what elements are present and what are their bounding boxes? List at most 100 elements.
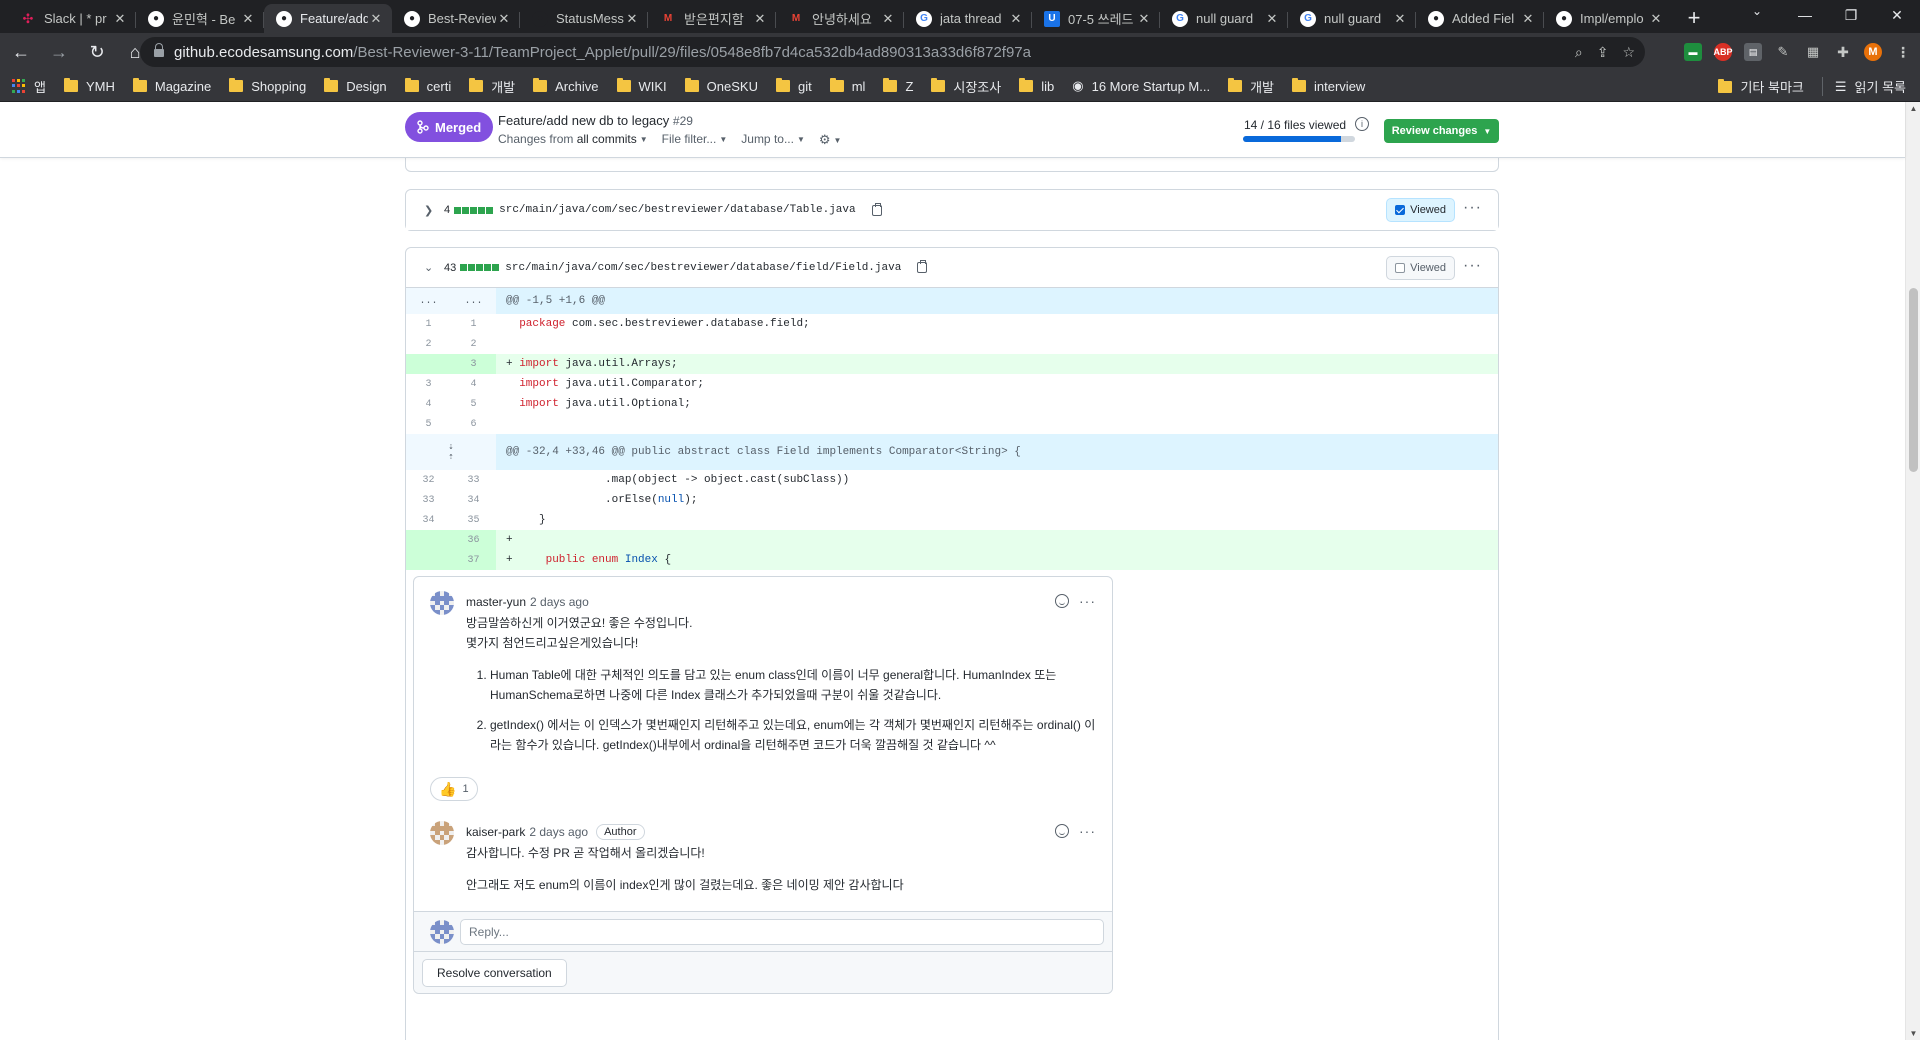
tab-close-icon[interactable]: ✕	[1008, 11, 1024, 27]
bookmark-item[interactable]: Design	[324, 78, 387, 94]
file-path[interactable]: src/main/java/com/sec/bestreviewer/datab…	[505, 262, 901, 274]
browser-tab[interactable]: ● Impl/emplo ✕	[1544, 4, 1672, 33]
bookmark-item[interactable]: 개발	[469, 77, 515, 96]
avatar[interactable]	[430, 591, 454, 615]
browser-tab[interactable]: ● 윤민혁 - Be ✕	[136, 4, 264, 33]
comment-author[interactable]: master-yun	[466, 595, 526, 609]
bookmark-item[interactable]: Archive	[533, 78, 599, 94]
adblock-icon[interactable]: ABP	[1714, 43, 1733, 61]
file-path[interactable]: src/main/java/com/sec/bestreviewer/datab…	[499, 204, 855, 216]
thumbs-up-reaction[interactable]: 👍 1	[430, 777, 478, 801]
bookmark-item[interactable]: OneSKU	[684, 78, 758, 94]
resolve-conversation-button[interactable]: Resolve conversation	[422, 959, 567, 987]
tab-close-icon[interactable]: ✕	[368, 11, 384, 27]
extension-printer-icon[interactable]: ▤	[1744, 43, 1762, 61]
jump-to-select[interactable]: Jump to... ▼	[741, 132, 805, 148]
star-icon[interactable]: ☆	[1622, 44, 1635, 61]
bookmark-item[interactable]: Z	[883, 78, 913, 94]
tab-close-icon[interactable]: ✕	[1392, 11, 1408, 27]
viewed-toggle[interactable]: Viewed	[1386, 256, 1455, 280]
expand-lines-icon[interactable]: ⇣ ⇡	[406, 434, 496, 470]
bookmark-item[interactable]: Shopping	[229, 78, 306, 94]
extension-green-icon[interactable]: ▬	[1684, 43, 1702, 61]
bookmark-item[interactable]: interview	[1292, 78, 1365, 94]
bookmark-item[interactable]: ◉ 16 More Startup M...	[1072, 78, 1210, 94]
bookmark-item[interactable]: certi	[404, 78, 451, 94]
scroll-up-icon[interactable]: ▲	[1906, 104, 1920, 113]
tab-close-icon[interactable]: ✕	[1520, 11, 1536, 27]
copy-icon[interactable]	[917, 260, 928, 273]
bookmark-item[interactable]: ml	[829, 78, 865, 94]
more-options-icon[interactable]: ···	[1463, 258, 1482, 274]
browser-tab[interactable]: ● Best-Review ✕	[392, 4, 520, 33]
extension-qr-icon[interactable]: ▦	[1804, 43, 1822, 61]
settings-gear-icon[interactable]: ⚙ ▼	[819, 132, 842, 148]
browser-menu-icon[interactable]: ⋮	[1894, 43, 1912, 61]
more-options-icon[interactable]: ···	[1463, 200, 1482, 216]
add-reaction-icon[interactable]	[1055, 824, 1069, 838]
tab-close-icon[interactable]: ✕	[496, 11, 512, 27]
tab-close-icon[interactable]: ✕	[752, 11, 768, 27]
reply-input[interactable]: Reply...	[460, 919, 1104, 945]
chevron-right-icon[interactable]: ❯	[424, 204, 438, 217]
page-scrollbar[interactable]: ▲ ▼	[1905, 102, 1920, 1040]
bookmark-item[interactable]: WIKI	[616, 78, 667, 94]
back-icon[interactable]: ←	[4, 35, 38, 69]
profile-avatar[interactable]: M	[1864, 43, 1882, 61]
browser-tab[interactable]: Gnull guard ✕	[1160, 4, 1288, 33]
browser-tab[interactable]: ● StatusMess ✕	[520, 4, 648, 33]
other-bookmarks[interactable]: 기타 북마크	[1718, 77, 1804, 96]
expand-old[interactable]: ...	[406, 288, 451, 314]
extensions-puzzle-icon[interactable]: ✚	[1834, 43, 1852, 61]
browser-tab[interactable]: ● Feature/add ✕	[264, 4, 392, 33]
bookmark-item[interactable]: Magazine	[132, 78, 211, 94]
share-icon[interactable]: ⇪	[1597, 44, 1609, 61]
browser-tab[interactable]: M 안녕하세요 ✕	[776, 4, 904, 33]
restore-icon[interactable]: ❐	[1828, 0, 1874, 30]
bookmark-item[interactable]: lib	[1019, 78, 1054, 94]
tab-close-icon[interactable]: ✕	[624, 11, 640, 27]
address-bar[interactable]: github.ecodesamsung.com/Best-Reviewer-3-…	[140, 37, 1645, 67]
expand-new[interactable]: ...	[451, 288, 496, 314]
browser-tab[interactable]: Gjata thread ✕	[904, 4, 1032, 33]
reading-list[interactable]: ☰ 읽기 목록	[1821, 77, 1906, 96]
avatar[interactable]	[430, 821, 454, 845]
forward-icon[interactable]: →	[42, 35, 76, 69]
browser-tab[interactable]: ✣ Slack | * pr ✕	[8, 4, 136, 33]
comment-author[interactable]: kaiser-park	[466, 825, 525, 839]
changes-from-select[interactable]: Changes from all commits ▼	[498, 132, 648, 148]
add-reaction-icon[interactable]	[1055, 594, 1069, 608]
review-changes-button[interactable]: Review changes ▼	[1384, 119, 1499, 143]
bookmark-item[interactable]: 개발	[1228, 77, 1274, 96]
browser-tab[interactable]: M 받은편지함 ✕	[648, 4, 776, 33]
scroll-down-icon[interactable]: ▼	[1906, 1029, 1920, 1038]
bookmark-item[interactable]: 시장조사	[931, 77, 1001, 96]
viewed-toggle[interactable]: Viewed	[1386, 198, 1455, 222]
more-options-icon[interactable]: ···	[1079, 823, 1096, 839]
tab-close-icon[interactable]: ✕	[1648, 11, 1664, 27]
extension-feather-icon[interactable]: ✎	[1774, 43, 1792, 61]
comment-time[interactable]: 2 days ago	[530, 595, 589, 609]
browser-tab[interactable]: U 07-5 쓰레드 ✕	[1032, 4, 1160, 33]
tab-close-icon[interactable]: ✕	[1264, 11, 1280, 27]
new-tab-button[interactable]: +	[1680, 4, 1708, 32]
scrollbar-thumb[interactable]	[1909, 288, 1918, 472]
tab-close-icon[interactable]: ✕	[1136, 11, 1152, 27]
reload-icon[interactable]: ↻	[80, 35, 114, 69]
file-filter-select[interactable]: File filter... ▼	[662, 132, 728, 148]
minimize-icon[interactable]: —	[1782, 0, 1828, 30]
more-options-icon[interactable]: ···	[1079, 593, 1096, 609]
tab-search-icon[interactable]: ⌄	[1742, 4, 1772, 18]
tab-close-icon[interactable]: ✕	[112, 11, 128, 27]
tab-close-icon[interactable]: ✕	[240, 11, 256, 27]
info-icon[interactable]: i	[1355, 117, 1369, 131]
chevron-down-icon[interactable]: ⌄	[424, 261, 438, 274]
copy-icon[interactable]	[871, 202, 882, 216]
bookmark-item[interactable]: 앱	[12, 77, 46, 96]
tab-close-icon[interactable]: ✕	[880, 11, 896, 27]
browser-tab[interactable]: ● Added Fiel ✕	[1416, 4, 1544, 33]
zoom-icon[interactable]: ⌕	[1575, 44, 1583, 61]
browser-tab[interactable]: Gnull guard ✕	[1288, 4, 1416, 33]
bookmark-item[interactable]: git	[775, 78, 812, 94]
close-window-icon[interactable]: ✕	[1874, 0, 1920, 30]
